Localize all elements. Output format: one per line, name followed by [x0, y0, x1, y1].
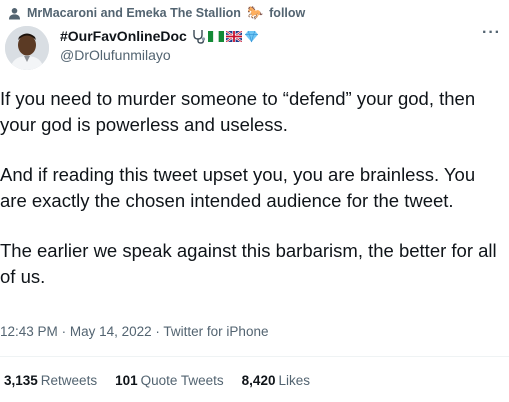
- retweets-count: 3,135: [4, 373, 38, 388]
- gem-icon: [244, 30, 258, 42]
- tweet-meta: 12:43 PM · May 14, 2022 · Twitter for iP…: [0, 324, 268, 339]
- meta-separator: ·: [155, 324, 160, 339]
- tweet-paragraph: If you need to murder someone to “defend…: [0, 88, 476, 135]
- meta-separator: ·: [61, 324, 67, 339]
- quote-tweets-label: Quote Tweets: [140, 373, 224, 388]
- tweet-text: If you need to murder someone to “defend…: [0, 86, 505, 314]
- tweet-header: #OurFavOnlineDoc @DrOlufunmilayo ···: [5, 22, 501, 70]
- social-context-text[interactable]: MrMacaroni and Emeka The Stallion: [27, 6, 241, 20]
- tweet-stats: 3,135 Retweets 101 Quote Tweets 8,420 Likes: [4, 373, 310, 388]
- nigeria-flag-icon: [207, 30, 224, 42]
- likes-label: Likes: [278, 373, 310, 388]
- author-names: #OurFavOnlineDoc @DrOlufunmilayo: [60, 28, 259, 63]
- social-context: MrMacaroni and Emeka The Stallion 🐎 foll…: [8, 5, 305, 21]
- tweet-paragraph: And if reading this tweet upset you, you…: [0, 164, 476, 211]
- divider: [0, 356, 509, 357]
- retweets-label: Retweets: [40, 373, 98, 388]
- tweet-date[interactable]: May 14, 2022: [70, 324, 152, 339]
- name-emojis: [191, 29, 259, 44]
- stethoscope-icon: [193, 29, 205, 44]
- quote-tweets-count: 101: [115, 373, 138, 388]
- tweet-source[interactable]: Twitter for iPhone: [163, 324, 268, 339]
- likes-stat[interactable]: 8,420 Likes: [242, 373, 310, 388]
- tweet-paragraph: The earlier we speak against this barbar…: [0, 240, 497, 287]
- likes-count: 8,420: [241, 373, 276, 388]
- social-context-follow: follow: [269, 6, 306, 20]
- display-name-row[interactable]: #OurFavOnlineDoc: [60, 28, 259, 44]
- author-handle[interactable]: @DrOlufunmilayo: [60, 47, 259, 63]
- avatar[interactable]: [5, 26, 49, 70]
- person-icon: [8, 7, 21, 20]
- quote-tweets-stat[interactable]: 101 Quote Tweets: [115, 373, 224, 388]
- uk-flag-icon: [225, 30, 242, 42]
- horse-emoji: 🐎: [246, 5, 264, 20]
- display-name[interactable]: #OurFavOnlineDoc: [60, 28, 187, 44]
- tweet-time[interactable]: 12:43 PM: [0, 324, 58, 339]
- retweets-stat[interactable]: 3,135 Retweets: [4, 373, 97, 388]
- more-options-icon[interactable]: ···: [482, 24, 501, 42]
